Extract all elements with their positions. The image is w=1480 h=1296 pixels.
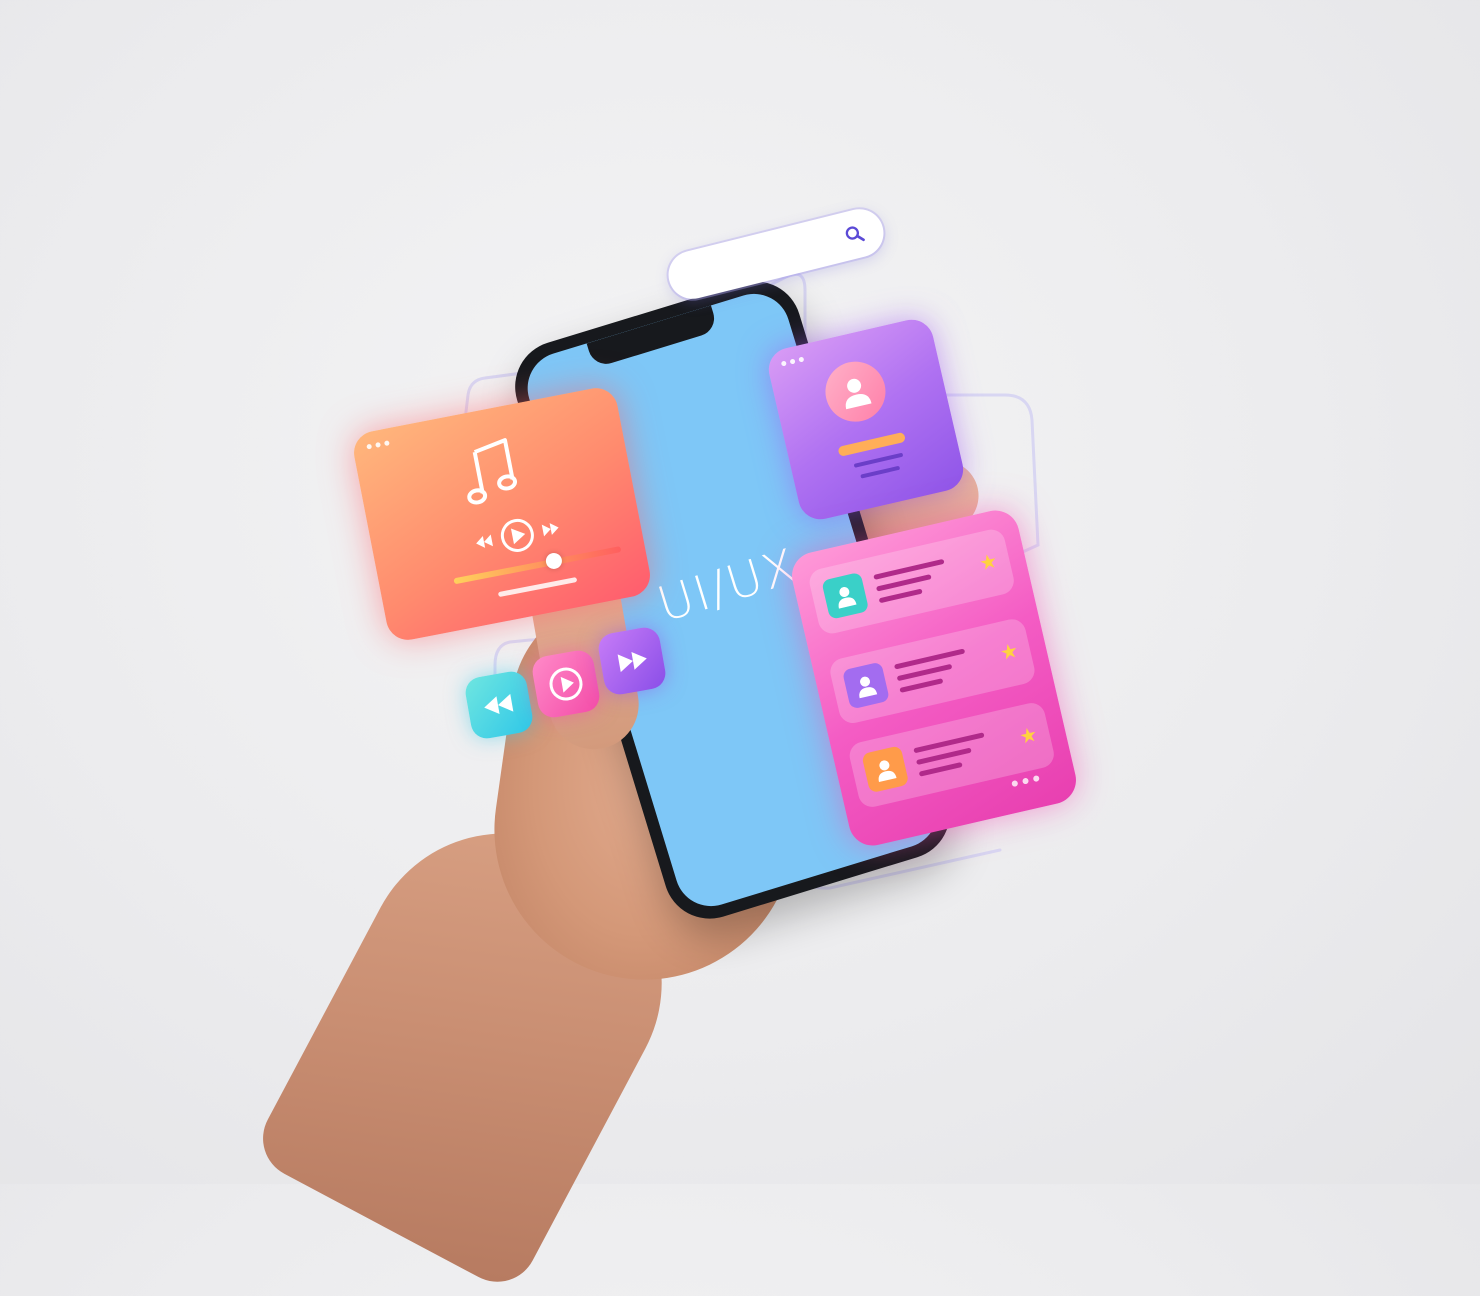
fast-forward-icon	[617, 651, 647, 673]
search-icon[interactable]	[841, 221, 868, 248]
user-icon	[859, 676, 878, 699]
progress-knob[interactable]	[544, 551, 564, 571]
fast-forward-icon	[541, 523, 559, 537]
pager-dots[interactable]	[1011, 774, 1040, 788]
user-thumbnail	[841, 661, 890, 710]
music-note-icon	[467, 438, 518, 505]
window-dots-icon	[366, 440, 390, 450]
star-icon[interactable]: ★	[977, 550, 999, 575]
play-button[interactable]	[530, 648, 602, 720]
phone-notch	[586, 305, 719, 369]
scene: UI/UX ★ ★ ★	[0, 0, 1480, 1296]
rewind-icon	[476, 534, 493, 548]
profile-detail-line	[860, 465, 901, 479]
avatar	[819, 355, 892, 428]
user-thumbnail	[821, 571, 870, 620]
star-icon[interactable]: ★	[998, 640, 1020, 665]
star-icon[interactable]: ★	[1017, 723, 1039, 748]
progress-track-secondary	[497, 576, 578, 598]
window-dots-icon	[780, 356, 805, 367]
play-icon	[549, 667, 583, 701]
fast-forward-button[interactable]	[596, 625, 668, 697]
user-icon	[878, 760, 897, 783]
user-thumbnail	[861, 745, 910, 794]
user-avatar-icon	[845, 378, 872, 410]
rewind-button[interactable]	[463, 669, 535, 741]
user-icon	[838, 586, 857, 609]
play-icon	[500, 518, 534, 552]
rewind-icon	[484, 693, 514, 715]
